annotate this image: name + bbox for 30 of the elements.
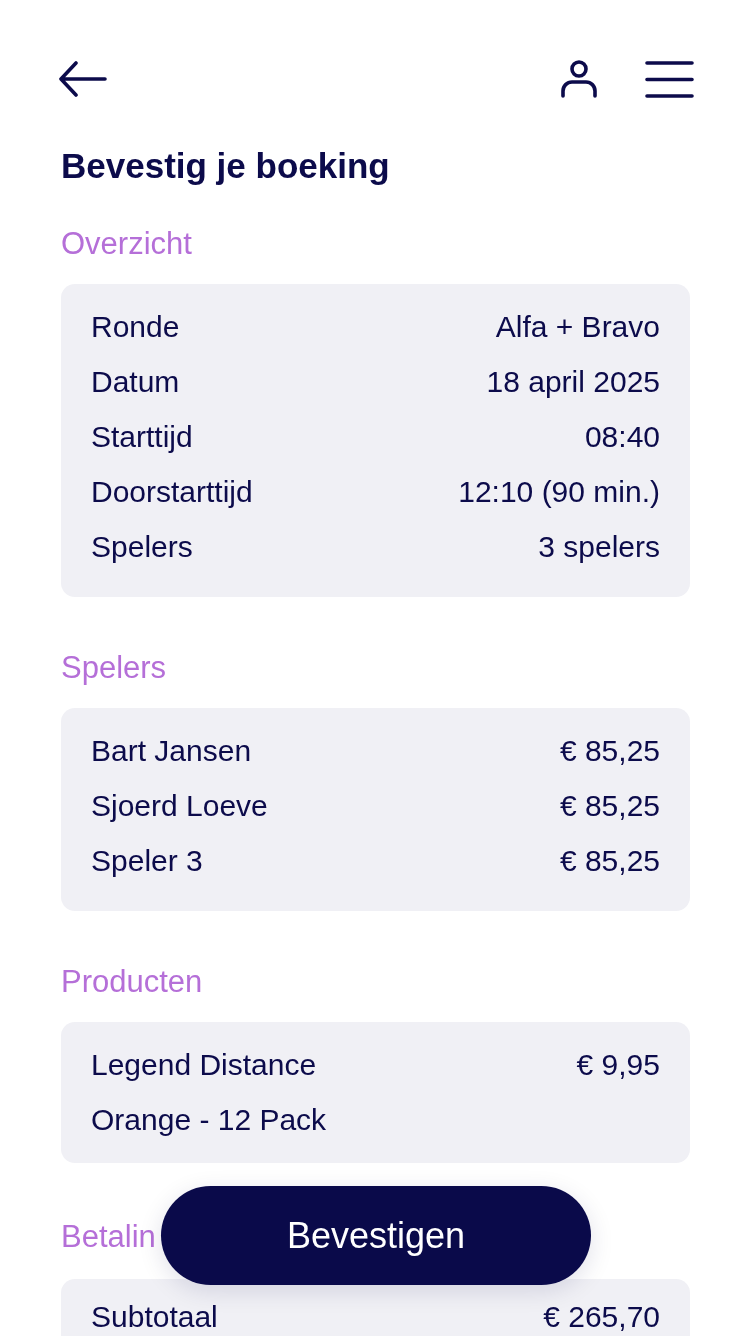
- detail-label: Sjoerd Loeve: [91, 791, 268, 820]
- detail-label: Spelers: [91, 532, 193, 561]
- detail-value: Alfa + Bravo: [495, 312, 660, 341]
- detail-value: € 9,95: [576, 1050, 660, 1079]
- menu-icon[interactable]: [645, 60, 694, 98]
- section-heading: Betalin: [61, 1219, 156, 1255]
- section-heading: Spelers: [61, 650, 167, 686]
- detail-value: 12:10 (90 min.): [458, 477, 660, 506]
- detail-label: Legend Distance: [91, 1050, 317, 1079]
- detail-value: € 85,25: [559, 846, 660, 875]
- section-heading: Producten: [61, 964, 203, 1000]
- detail-value: 3 spelers: [538, 532, 660, 561]
- detail-value: € 265,70: [543, 1302, 660, 1331]
- detail-label: Datum: [91, 367, 180, 396]
- detail-label: Orange - 12 Pack: [91, 1106, 327, 1134]
- detail-label: Bart Jansen: [91, 736, 252, 765]
- detail-value: 08:40: [584, 422, 660, 451]
- section-heading: Overzicht: [61, 226, 192, 262]
- page-title: Bevestig je boeking: [61, 146, 391, 186]
- detail-label: Speler 3: [91, 846, 203, 875]
- detail-label: Doorstarttijd: [91, 477, 253, 506]
- detail-label: Ronde: [91, 312, 180, 341]
- detail-label: Starttijd: [91, 422, 193, 451]
- detail-value: € 85,25: [559, 736, 660, 765]
- detail-label: Subtotaal: [91, 1302, 218, 1331]
- detail-value: € 85,25: [559, 791, 660, 820]
- back-arrow-icon[interactable]: [59, 61, 107, 97]
- detail-value: 18 april 2025: [486, 367, 660, 396]
- confirm-button[interactable]: Bevestigen: [161, 1186, 591, 1285]
- user-icon[interactable]: [561, 60, 597, 98]
